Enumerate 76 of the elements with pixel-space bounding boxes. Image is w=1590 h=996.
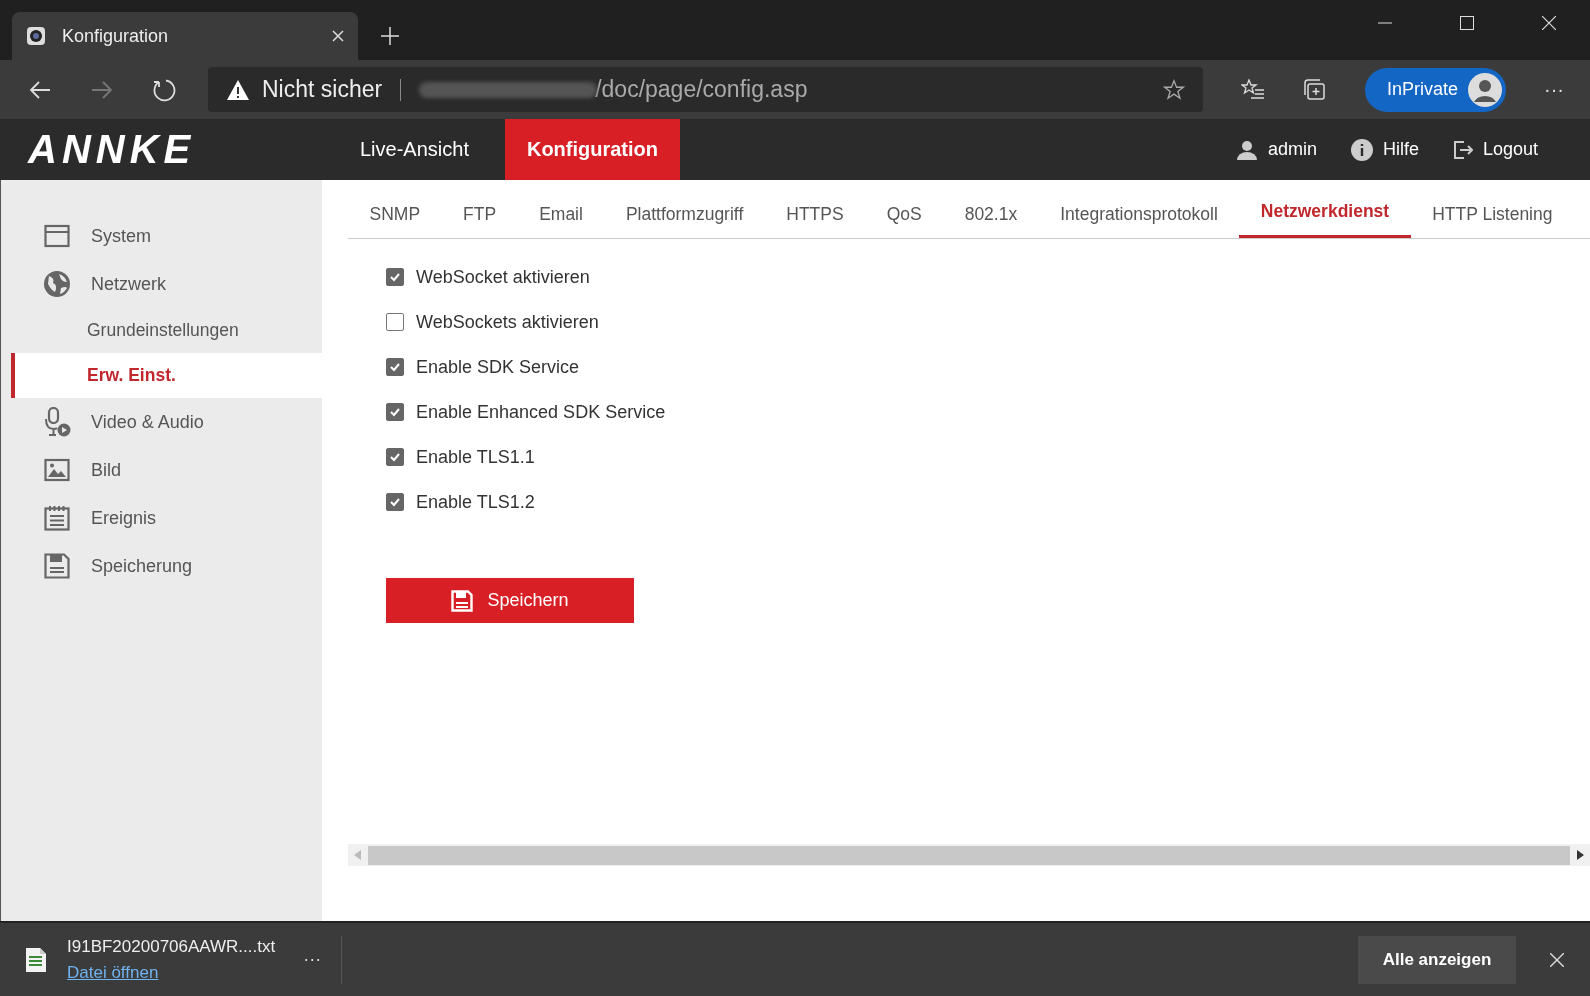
checkmark-icon bbox=[389, 406, 401, 418]
show-all-button[interactable]: Alle anzeigen bbox=[1358, 935, 1516, 984]
checkmark-icon bbox=[389, 271, 401, 283]
collections-icon[interactable] bbox=[1303, 77, 1327, 102]
save-button[interactable]: Speichern bbox=[386, 578, 634, 623]
close-icon[interactable] bbox=[332, 30, 344, 42]
checkbox[interactable] bbox=[386, 313, 404, 331]
security-label: Nicht sicher bbox=[262, 76, 383, 103]
more-button[interactable]: ··· bbox=[1544, 78, 1565, 101]
star-icon[interactable] bbox=[1163, 78, 1185, 101]
sidebar-item[interactable]: Video & Audio bbox=[1, 398, 322, 446]
tab[interactable]: SNMP bbox=[348, 204, 442, 238]
url-text: /doc/page/config.asp bbox=[595, 76, 808, 103]
checkmark-icon bbox=[389, 496, 401, 508]
checkmark-icon bbox=[389, 451, 401, 463]
microphone-icon bbox=[43, 407, 71, 437]
sidebar-subitem[interactable]: Erw. Einst. bbox=[11, 353, 322, 398]
tab[interactable]: Plattformzugriff bbox=[604, 204, 765, 238]
sidebar-item[interactable]: System bbox=[1, 212, 322, 260]
warning-icon bbox=[226, 78, 250, 101]
camera-icon bbox=[26, 26, 46, 46]
address-bar[interactable]: Nicht sicher /doc/page/config.asp bbox=[208, 67, 1203, 112]
tab[interactable]: Email bbox=[517, 204, 605, 238]
logo: ANNKE bbox=[28, 127, 197, 172]
checkbox-label: Enable SDK Service bbox=[416, 356, 580, 378]
info-icon bbox=[1350, 138, 1373, 161]
tab-title: Konfiguration bbox=[62, 25, 170, 47]
checkbox[interactable] bbox=[386, 403, 404, 421]
file-name: I91BF20200706AAWR....txt bbox=[67, 936, 276, 957]
tab[interactable]: Netzwerkdienst bbox=[1239, 201, 1411, 238]
image-icon bbox=[43, 458, 71, 482]
tab[interactable]: FTP bbox=[441, 204, 518, 238]
sidebar-subitem[interactable]: Grundeinstellungen bbox=[1, 308, 322, 353]
more-button[interactable]: ··· bbox=[303, 949, 322, 970]
checkbox[interactable] bbox=[386, 268, 404, 286]
browser-tab[interactable]: Konfiguration bbox=[12, 12, 358, 60]
checkbox[interactable] bbox=[386, 448, 404, 466]
checkbox-label: Enable Enhanced SDK Service bbox=[416, 401, 666, 423]
checkmark-icon bbox=[389, 361, 401, 373]
avatar-icon bbox=[1468, 72, 1503, 107]
text-file-icon bbox=[25, 946, 47, 973]
close-icon[interactable] bbox=[1542, 16, 1556, 30]
nav-tab[interactable]: Konfiguration bbox=[504, 119, 681, 180]
refresh-icon[interactable] bbox=[152, 77, 176, 102]
help-link[interactable]: Hilfe bbox=[1382, 139, 1419, 160]
close-icon[interactable] bbox=[1550, 952, 1564, 967]
checkbox-label: WebSocket aktivieren bbox=[416, 266, 590, 288]
new-tab-icon[interactable] bbox=[380, 26, 400, 46]
sidebar-item[interactable]: Netzwerk bbox=[1, 260, 322, 308]
tab[interactable]: 802.1x bbox=[943, 204, 1039, 238]
inprivate-button[interactable]: InPrivate bbox=[1365, 67, 1507, 112]
sidebar-item[interactable]: Ereignis bbox=[1, 494, 322, 542]
sidebar-item[interactable]: Speicherung bbox=[1, 542, 322, 590]
horizontal-scrollbar[interactable] bbox=[348, 844, 1590, 866]
tab[interactable]: Integrationsprotokoll bbox=[1038, 204, 1240, 238]
tab[interactable]: HTTPS bbox=[764, 204, 866, 238]
checkbox-label: WebSockets aktivieren bbox=[416, 311, 599, 333]
checkbox[interactable] bbox=[386, 358, 404, 376]
scroll-right-icon[interactable] bbox=[1576, 850, 1584, 860]
maximize-icon[interactable] bbox=[1460, 16, 1474, 30]
tab[interactable]: HTTP Listening bbox=[1410, 204, 1574, 238]
user-icon bbox=[1235, 138, 1258, 161]
user-name[interactable]: admin bbox=[1267, 139, 1317, 160]
logout-icon bbox=[1452, 139, 1473, 160]
favorites-icon[interactable] bbox=[1241, 77, 1265, 102]
checkbox[interactable] bbox=[386, 493, 404, 511]
window-icon bbox=[43, 224, 71, 248]
checkbox-label: Enable TLS1.1 bbox=[416, 446, 535, 468]
tab[interactable]: QoS bbox=[865, 204, 944, 238]
calendar-icon bbox=[43, 505, 71, 531]
open-file-link[interactable]: Datei öffnen bbox=[67, 962, 276, 983]
globe-icon bbox=[43, 270, 71, 298]
checkbox-label: Enable TLS1.2 bbox=[416, 491, 535, 513]
sidebar-item[interactable]: Bild bbox=[1, 446, 322, 494]
logout-link[interactable]: Logout bbox=[1482, 139, 1538, 160]
nav-tab[interactable]: Live-Ansicht bbox=[338, 119, 505, 180]
